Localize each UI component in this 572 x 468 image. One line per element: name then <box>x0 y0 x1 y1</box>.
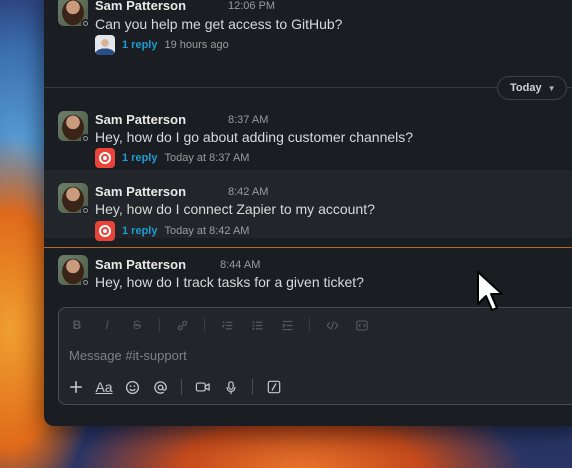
new-messages-line <box>44 247 572 248</box>
message-text: Hey, how do I go about adding customer c… <box>95 129 414 145</box>
formatting-toggle-button[interactable]: Aa <box>95 377 113 397</box>
presence-indicator <box>81 19 90 28</box>
message-author[interactable]: Sam Patterson <box>95 0 186 13</box>
video-icon[interactable] <box>194 377 212 397</box>
reply-count-link[interactable]: 1 reply <box>122 225 157 237</box>
mention-icon[interactable] <box>151 377 169 397</box>
avatar[interactable] <box>58 111 90 143</box>
message-author[interactable]: Sam Patterson <box>95 112 186 127</box>
presence-indicator <box>81 134 90 143</box>
thread-replies[interactable]: 1 reply Today at 8:42 AM <box>95 221 249 241</box>
date-divider-line <box>44 87 572 88</box>
date-divider-label: Today <box>510 82 542 94</box>
code-icon[interactable] <box>324 317 340 333</box>
last-reply-time: Today at 8:42 AM <box>164 225 250 237</box>
reply-count-link[interactable]: 1 reply <box>122 39 157 51</box>
mouse-cursor-icon <box>477 271 503 311</box>
plus-icon[interactable] <box>67 377 85 397</box>
slack-window: Sam Patterson 12:06 PM Can you help me g… <box>44 0 572 426</box>
code-block-icon[interactable] <box>354 317 370 333</box>
toolbar-divider <box>252 379 253 395</box>
bot-logo-icon <box>99 225 111 237</box>
bold-button[interactable]: B <box>69 317 85 333</box>
last-reply-time: Today at 8:37 AM <box>164 152 250 164</box>
bot-logo-icon <box>99 152 111 164</box>
bot-avatar <box>95 148 115 168</box>
message-text: Hey, how do I track tasks for a given ti… <box>95 274 364 290</box>
toolbar-divider <box>204 318 205 332</box>
composer-placeholder[interactable]: Message #it-support <box>69 348 187 363</box>
strikethrough-button[interactable]: S <box>129 317 145 333</box>
date-divider-today[interactable]: Today ▼ <box>497 76 567 100</box>
message-author[interactable]: Sam Patterson <box>95 257 186 272</box>
bulleted-list-icon[interactable] <box>249 317 265 333</box>
avatar[interactable] <box>58 255 90 287</box>
microphone-icon[interactable] <box>222 377 240 397</box>
chevron-down-icon: ▼ <box>547 83 556 93</box>
thread-replies[interactable]: 1 reply Today at 8:37 AM <box>95 148 249 168</box>
toolbar-divider <box>181 379 182 395</box>
last-reply-time: 19 hours ago <box>164 39 229 51</box>
message-timestamp[interactable]: 8:44 AM <box>220 259 260 271</box>
replier-avatar <box>95 35 115 55</box>
message-text: Hey, how do I connect Zapier to my accou… <box>95 201 375 217</box>
composer-actions: Aa <box>59 372 572 402</box>
italic-button[interactable]: I <box>99 317 115 333</box>
presence-indicator <box>81 206 90 215</box>
ordered-list-icon[interactable] <box>219 317 235 333</box>
thread-replies[interactable]: 1 reply 19 hours ago <box>95 35 229 55</box>
message-timestamp[interactable]: 8:37 AM <box>228 114 268 126</box>
link-icon[interactable] <box>174 317 190 333</box>
avatar[interactable] <box>58 183 90 215</box>
message-composer[interactable]: B I S Message #it-support Aa <box>58 307 572 405</box>
message-timestamp[interactable]: 12:06 PM <box>228 0 275 12</box>
avatar[interactable] <box>58 0 90 28</box>
indent-icon[interactable] <box>279 317 295 333</box>
bot-avatar <box>95 221 115 241</box>
message-timestamp[interactable]: 8:42 AM <box>228 186 268 198</box>
message-author[interactable]: Sam Patterson <box>95 184 186 199</box>
emoji-icon[interactable] <box>123 377 141 397</box>
shortcuts-icon[interactable] <box>265 377 283 397</box>
presence-indicator <box>81 278 90 287</box>
message-text: Can you help me get access to GitHub? <box>95 16 343 32</box>
reply-count-link[interactable]: 1 reply <box>122 152 157 164</box>
toolbar-divider <box>309 318 310 332</box>
toolbar-divider <box>159 318 160 332</box>
